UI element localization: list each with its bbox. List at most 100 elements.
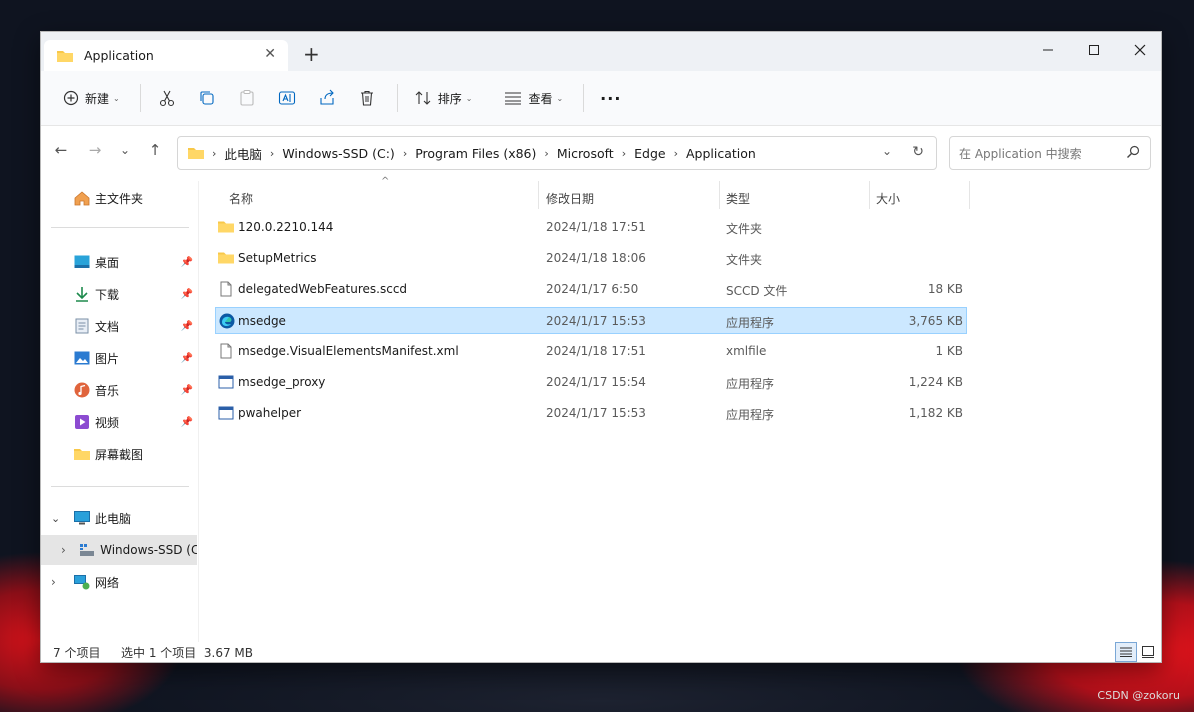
chevron-right-icon[interactable]: ›	[61, 543, 79, 557]
column-header-row: 名称 ^ 修改日期 类型 大小	[216, 176, 986, 211]
chevron-down-icon[interactable]: ⌄	[51, 512, 73, 525]
pictures-icon	[73, 349, 91, 367]
chevron-right-icon: ›	[544, 146, 549, 160]
breadcrumb-item[interactable]: 此电脑	[224, 144, 262, 163]
address-chevron-down-icon[interactable]: ⌄	[882, 144, 892, 158]
share-button[interactable]	[309, 82, 345, 114]
navigation-pane: 主文件夹 桌面 📌 下载 📌 文档 📌 图片 📌 音乐 📌 视频 📌 屏幕截图 …	[41, 181, 199, 642]
table-row[interactable]: msedge.VisualElementsManifest.xml 2024/1…	[215, 338, 967, 365]
file-name: 120.0.2210.144	[238, 220, 334, 234]
delete-button[interactable]	[349, 82, 385, 114]
sidebar-divider	[51, 486, 189, 487]
maximize-icon	[1089, 45, 1099, 55]
maximize-button[interactable]	[1071, 36, 1117, 64]
sidebar-item-label: 下载	[95, 287, 120, 302]
sidebar-item-music[interactable]: 音乐 📌	[41, 375, 197, 405]
breadcrumb-item[interactable]: Application	[686, 146, 756, 161]
sidebar-item-label: 此电脑	[95, 511, 132, 526]
column-header-size[interactable]: 大小	[876, 190, 900, 207]
breadcrumb-item[interactable]: Windows-SSD (C:)	[282, 146, 394, 161]
table-row[interactable]: SetupMetrics 2024/1/18 18:06 文件夹	[215, 245, 967, 272]
more-icon: ···	[600, 88, 622, 108]
pin-icon[interactable]: 📌	[181, 257, 193, 268]
sidebar-item-desktop[interactable]: 桌面 📌	[41, 247, 197, 277]
forward-arrow-icon[interactable]: →	[83, 141, 107, 159]
paste-button[interactable]	[229, 82, 265, 114]
music-icon	[73, 381, 91, 399]
pin-icon[interactable]: 📌	[181, 385, 193, 396]
sidebar-item-drive[interactable]: › Windows-SSD (C	[41, 535, 197, 565]
more-button[interactable]: ···	[592, 82, 629, 114]
sidebar-item-pictures[interactable]: 图片 📌	[41, 343, 197, 373]
file-date: 2024/1/17 6:50	[546, 282, 639, 296]
breadcrumb-item[interactable]: Program Files (x86)	[415, 146, 536, 161]
close-window-button[interactable]	[1117, 36, 1163, 64]
file-name: pwahelper	[238, 406, 302, 420]
column-header-type[interactable]: 类型	[726, 190, 750, 207]
sidebar-item-network[interactable]: › 网络	[41, 567, 197, 597]
table-row[interactable]: 120.0.2210.144 2024/1/18 17:51 文件夹	[215, 214, 967, 241]
new-label: 新建	[85, 91, 110, 106]
sidebar-item-label: 主文件夹	[95, 191, 144, 206]
file-type: 应用程序	[726, 408, 775, 422]
sidebar-item-label: 文档	[95, 319, 120, 334]
recent-chevron-down-icon[interactable]: ⌄	[113, 143, 137, 157]
copy-button[interactable]	[189, 82, 225, 114]
chevron-right-icon[interactable]: ›	[51, 575, 73, 589]
file-name: msedge.VisualElementsManifest.xml	[238, 344, 459, 358]
sidebar-item-home[interactable]: 主文件夹	[41, 183, 197, 213]
column-divider[interactable]	[719, 181, 720, 209]
column-divider[interactable]	[869, 181, 870, 209]
pin-icon[interactable]: 📌	[181, 417, 193, 428]
breadcrumb-item[interactable]: Edge	[634, 146, 665, 161]
column-header-name[interactable]: 名称	[229, 190, 253, 207]
sidebar-item-this-pc[interactable]: ⌄ 此电脑	[41, 503, 197, 533]
column-divider[interactable]	[538, 181, 539, 209]
network-icon	[73, 573, 91, 591]
pin-icon[interactable]: 📌	[181, 321, 193, 332]
sidebar-divider	[51, 227, 189, 228]
new-button[interactable]: 新建 ⌄	[55, 82, 128, 114]
rename-button[interactable]	[269, 82, 305, 114]
large-icons-view-icon	[1142, 646, 1154, 658]
file-type: xmlfile	[726, 344, 767, 358]
refresh-icon[interactable]: ↻	[912, 144, 924, 160]
details-view-icon	[1120, 647, 1132, 657]
sidebar-item-label: 桌面	[95, 255, 120, 270]
pin-icon[interactable]: 📌	[181, 289, 193, 300]
sidebar-item-videos[interactable]: 视频 📌	[41, 407, 197, 437]
details-view-button[interactable]	[1115, 642, 1137, 662]
tab-application[interactable]: Application ✕	[44, 40, 288, 71]
minimize-button[interactable]	[1025, 36, 1071, 64]
close-tab-icon[interactable]: ✕	[264, 46, 276, 62]
tiles-view-button[interactable]	[1137, 642, 1159, 662]
column-divider[interactable]	[969, 181, 970, 209]
new-tab-button[interactable]: +	[303, 42, 320, 66]
back-arrow-icon[interactable]: ←	[49, 141, 73, 159]
table-row[interactable]: delegatedWebFeatures.sccd 2024/1/17 6:50…	[215, 276, 967, 303]
breadcrumb-item[interactable]: Microsoft	[557, 146, 614, 161]
file-date: 2024/1/17 15:53	[546, 406, 646, 420]
item-count: 7 个项目	[53, 646, 101, 660]
table-row[interactable]: msedge_proxy 2024/1/17 15:54 应用程序 1,224 …	[215, 369, 967, 396]
up-arrow-icon[interactable]: ↑	[143, 141, 167, 159]
minimize-icon	[1043, 49, 1053, 51]
drive-icon	[79, 541, 97, 559]
pin-icon[interactable]: 📌	[181, 353, 193, 364]
file-type: 应用程序	[726, 377, 775, 391]
cut-button[interactable]	[149, 82, 185, 114]
table-row-selected[interactable]: msedge 2024/1/17 15:53 应用程序 3,765 KB	[215, 307, 967, 334]
breadcrumb[interactable]: › 此电脑 › Windows-SSD (C:) › Program Files…	[177, 136, 937, 170]
view-button[interactable]: 查看 ⌄	[496, 82, 571, 114]
sort-button[interactable]: 排序 ⌄	[406, 82, 481, 114]
delete-icon	[360, 90, 373, 106]
tab-title: Application	[84, 48, 154, 63]
column-header-date[interactable]: 修改日期	[546, 190, 594, 207]
file-icon	[220, 281, 232, 297]
search-placeholder: 在 Application 中搜索	[959, 146, 1082, 161]
sidebar-item-downloads[interactable]: 下载 📌	[41, 279, 197, 309]
sidebar-item-screenshots[interactable]: 屏幕截图	[41, 439, 197, 469]
sidebar-item-documents[interactable]: 文档 📌	[41, 311, 197, 341]
search-input[interactable]: 在 Application 中搜索	[949, 136, 1151, 170]
table-row[interactable]: pwahelper 2024/1/17 15:53 应用程序 1,182 KB	[215, 400, 967, 427]
